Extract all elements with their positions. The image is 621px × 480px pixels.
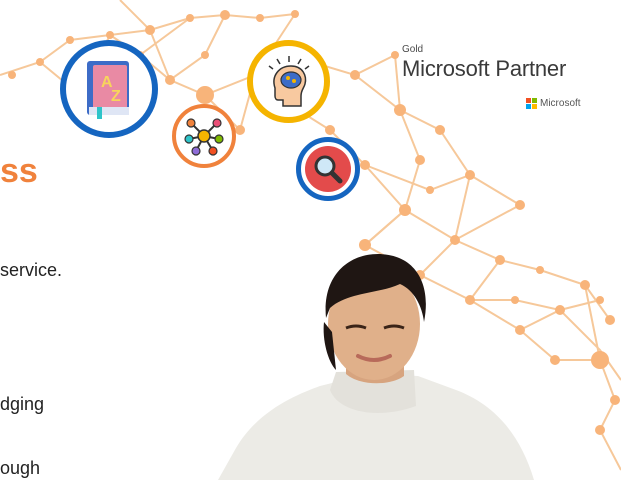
search-badge bbox=[296, 137, 360, 201]
network-icon bbox=[184, 118, 224, 156]
body-line-2: dging bbox=[0, 394, 45, 414]
woman-photo bbox=[218, 254, 534, 480]
microsoft-brand: Microsoft bbox=[526, 98, 581, 109]
partner-tier: Gold bbox=[402, 44, 424, 55]
network-badge bbox=[172, 104, 236, 168]
partner-title: Microsoft Partner bbox=[402, 56, 567, 81]
section-heading: ss bbox=[0, 152, 38, 190]
dictionary-icon: A Z bbox=[87, 61, 129, 119]
dictionary-badge: A Z bbox=[60, 40, 158, 138]
brain-icon bbox=[268, 55, 309, 107]
brain-badge bbox=[247, 40, 330, 123]
microsoft-partner-badge: Gold Microsoft Partner Microsoft bbox=[402, 44, 602, 109]
body-line-1: service. bbox=[0, 260, 63, 280]
magnifier-icon bbox=[305, 146, 351, 192]
svg-text:Z: Z bbox=[111, 88, 121, 105]
microsoft-wordmark: Microsoft bbox=[540, 98, 581, 109]
microsoft-logo-icon bbox=[526, 98, 537, 109]
body-line-3: ough bbox=[0, 458, 41, 478]
